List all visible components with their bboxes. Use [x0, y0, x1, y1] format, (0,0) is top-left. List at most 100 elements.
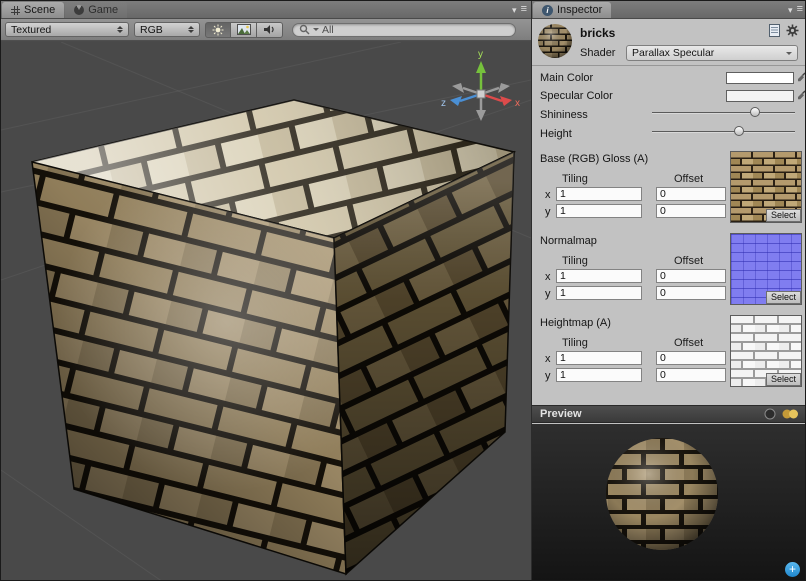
slider-track: [652, 131, 795, 133]
tab-inspector[interactable]: i Inspector: [533, 2, 611, 18]
specular-color-label: Specular Color: [540, 90, 613, 102]
shader-label: Shader: [580, 47, 615, 59]
normal-tiling-y-field[interactable]: [556, 286, 642, 300]
height-offset-x-field[interactable]: [656, 351, 726, 365]
tiling-header: Tiling: [562, 337, 588, 349]
inspector-panel: i Inspector ▾≡: [531, 1, 806, 581]
normalmap-section: Normalmap Tiling Offset x y Select: [532, 235, 806, 315]
base-map-section: Base (RGB) Gloss (A) Tiling Offset x y: [532, 153, 806, 233]
specular-color-swatch[interactable]: [726, 90, 794, 102]
scene-tabstrip: Scene Game ▾≡: [1, 1, 531, 19]
height-offset-y-field[interactable]: [656, 368, 726, 382]
main-color-swatch[interactable]: [726, 72, 794, 84]
normal-offset-y-field[interactable]: [656, 286, 726, 300]
gizmo-neg-y-cone[interactable]: [476, 110, 486, 121]
material-preview-ball: [537, 23, 573, 59]
game-icon: [74, 5, 84, 15]
scene-grid-icon: [11, 6, 20, 15]
shader-value: Parallax Specular: [632, 47, 714, 59]
scene-viewport[interactable]: y x z: [1, 42, 531, 581]
tab-inspector-label: Inspector: [557, 4, 602, 16]
y-axis-label: y: [545, 206, 551, 218]
gizmo-neg-z-cone[interactable]: [498, 83, 510, 93]
normal-tiling-x-field[interactable]: [556, 269, 642, 283]
base-tiling-y-field[interactable]: [556, 204, 642, 218]
material-name: bricks: [580, 26, 615, 40]
base-map-label: Base (RGB) Gloss (A): [540, 153, 648, 165]
eyedropper-icon[interactable]: [796, 71, 806, 86]
audio-toggle-button[interactable]: [257, 22, 283, 38]
height-label: Height: [540, 128, 572, 140]
slider-thumb[interactable]: [750, 107, 760, 117]
x-axis-label: x: [545, 353, 551, 365]
base-offset-x-field[interactable]: [656, 187, 726, 201]
gizmo-x-label: x: [515, 98, 520, 109]
normal-offset-x-field[interactable]: [656, 269, 726, 283]
plus-icon[interactable]: +: [785, 562, 800, 577]
help-doc-icon[interactable]: [769, 24, 780, 40]
main-color-label: Main Color: [540, 72, 593, 84]
material-header: bricks Shader: [532, 19, 806, 66]
chevron-down-icon: ▾: [788, 4, 793, 16]
height-tiling-y-field[interactable]: [556, 368, 642, 382]
info-icon: i: [542, 5, 553, 16]
color-mode-dropdown[interactable]: RGB: [134, 22, 200, 37]
slider-thumb[interactable]: [734, 126, 744, 136]
base-texture-thumbnail[interactable]: Select: [730, 151, 802, 223]
render-mode-value: Textured: [11, 24, 51, 36]
menu-icon: ≡: [521, 4, 527, 16]
x-axis-label: x: [545, 271, 551, 283]
scene-toggle-group: [205, 22, 283, 38]
color-mode-value: RGB: [140, 24, 163, 36]
preview-sphere-render: [532, 424, 806, 581]
gear-icon[interactable]: [786, 24, 799, 40]
tab-scene-label: Scene: [24, 4, 55, 16]
gizmo-y-label: y: [478, 49, 483, 60]
scene-panel-menu[interactable]: ▾≡: [512, 4, 527, 16]
base-tiling-x-field[interactable]: [556, 187, 642, 201]
y-axis-label: y: [545, 288, 551, 300]
normalmap-select-button[interactable]: Select: [766, 291, 801, 304]
gizmo-center-cube[interactable]: [477, 90, 485, 98]
orientation-gizmo[interactable]: y x z: [439, 48, 523, 132]
gizmo-neg-x-cone[interactable]: [452, 83, 464, 93]
inspector-panel-menu[interactable]: ▾≡: [788, 4, 803, 16]
scene-toolbar: Textured RGB: [1, 19, 531, 41]
updown-arrows-icon: [188, 26, 194, 33]
preview-header[interactable]: Preview: [532, 405, 806, 423]
search-filter-label: All: [322, 24, 334, 36]
inspector-tabstrip: i Inspector ▾≡: [532, 1, 806, 19]
render-mode-dropdown[interactable]: Textured: [5, 22, 129, 37]
effects-toggle-button[interactable]: [231, 22, 257, 38]
base-select-button[interactable]: Select: [766, 209, 801, 222]
y-axis-label: y: [545, 370, 551, 382]
tab-game[interactable]: Game: [65, 2, 127, 18]
shininess-slider[interactable]: [652, 106, 795, 120]
heightmap-label: Heightmap (A): [540, 317, 611, 329]
preview-title: Preview: [540, 408, 582, 420]
chevron-down-icon: [786, 52, 792, 55]
search-filter-caret-icon: [313, 28, 319, 31]
heightmap-thumbnail[interactable]: Select: [730, 315, 802, 387]
offset-header: Offset: [674, 337, 703, 349]
slider-track: [652, 112, 795, 114]
base-offset-y-field[interactable]: [656, 204, 726, 218]
height-tiling-x-field[interactable]: [556, 351, 642, 365]
preview-light-icon[interactable]: [782, 409, 799, 419]
scene-search-field[interactable]: All: [292, 23, 516, 37]
heightmap-section: Heightmap (A) Tiling Offset x y: [532, 317, 806, 397]
sun-icon: [211, 24, 225, 36]
eyedropper-icon[interactable]: [796, 89, 806, 104]
heightmap-select-button[interactable]: Select: [766, 373, 801, 386]
x-axis-label: x: [545, 189, 551, 201]
lighting-toggle-button[interactable]: [205, 22, 231, 38]
normalmap-thumbnail[interactable]: Select: [730, 233, 802, 305]
height-slider[interactable]: [652, 125, 795, 139]
preview-area[interactable]: +: [532, 424, 806, 581]
speaker-icon: [263, 24, 276, 35]
preview-sphere-icon[interactable]: [764, 408, 776, 420]
tab-scene[interactable]: Scene: [2, 2, 64, 18]
shader-dropdown[interactable]: Parallax Specular: [626, 45, 798, 61]
offset-header: Offset: [674, 255, 703, 267]
gizmo-y-cone[interactable]: [476, 61, 486, 73]
